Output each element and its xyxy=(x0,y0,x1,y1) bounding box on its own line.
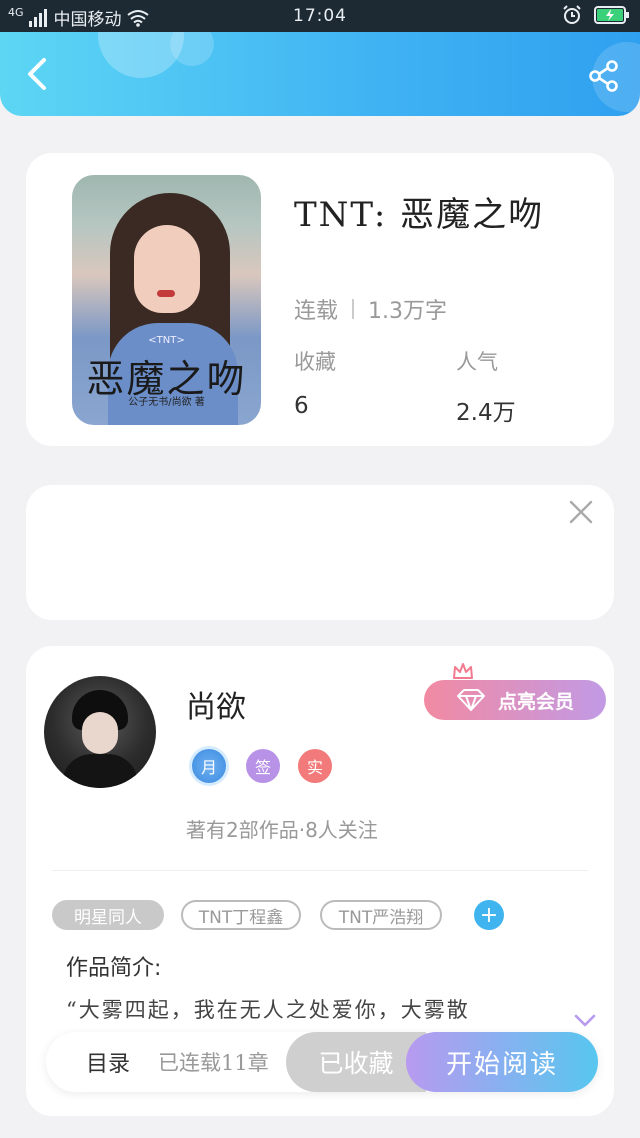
signed-badge-icon: 签 xyxy=(246,749,280,783)
divider xyxy=(352,299,355,319)
close-icon[interactable] xyxy=(568,499,594,525)
intro-text: “大雾四起，我在无人之处爱你，大雾散 xyxy=(66,998,470,1022)
divider xyxy=(52,870,588,871)
avatar-body xyxy=(62,754,138,788)
collected-button[interactable]: 已收藏 xyxy=(286,1032,426,1092)
popularity-label: 人气 xyxy=(456,350,498,374)
intro-title: 作品简介: xyxy=(66,956,162,981)
tag-chip[interactable]: TNT丁程鑫 xyxy=(181,900,301,930)
status-right xyxy=(562,5,630,25)
battery-charging-icon xyxy=(594,6,629,24)
cover-art-lips xyxy=(157,290,175,297)
cover-author-line: 公子无书/尚欲 著 xyxy=(128,397,205,408)
word-count: 1.3万字 xyxy=(368,299,448,324)
back-chevron-left-icon[interactable] xyxy=(20,54,56,94)
clock: 17:04 xyxy=(293,6,347,26)
author-name[interactable]: 尚欲 xyxy=(186,682,246,726)
favorites-count: 6 xyxy=(294,393,309,419)
book-info-card: <TNT> 恶魔之吻 公子无书/尚欲 著 TNT: 恶魔之吻 连载 1.3万字 … xyxy=(26,153,614,446)
book-status-line: 连载 1.3万字 xyxy=(294,293,447,325)
decor-bubble xyxy=(170,32,214,66)
top-header xyxy=(0,32,640,116)
chevron-down-icon[interactable] xyxy=(574,1014,596,1028)
cover-art-face xyxy=(134,225,200,313)
ad-card xyxy=(26,485,614,620)
vip-label: 点亮会员 xyxy=(497,690,574,713)
favorites-label: 收藏 xyxy=(294,350,336,374)
tag-chip[interactable]: 明星同人 xyxy=(52,900,164,930)
toc-button[interactable]: 目录 xyxy=(86,1046,130,1078)
verified-badge-icon: 实 xyxy=(298,749,332,783)
popularity-count: 2.4万 xyxy=(456,400,516,426)
alarm-icon xyxy=(563,5,581,24)
book-title: TNT: 恶魔之吻 xyxy=(294,195,545,235)
serial-status: 连载 xyxy=(294,299,339,324)
status-bar: 4G 中国移动 17:04 xyxy=(0,0,640,32)
monthly-badge-icon: 月 xyxy=(192,749,226,783)
avatar-face xyxy=(82,712,118,754)
vip-member-button[interactable]: 点亮会员 xyxy=(424,680,606,720)
bottom-action-bar: 目录 已连载11章 已收藏 开始阅读 xyxy=(46,1032,598,1092)
crown-icon xyxy=(453,663,473,679)
cover-tag: <TNT> xyxy=(148,335,185,346)
share-icon[interactable] xyxy=(586,58,622,94)
author-meta: 著有2部作品·8人关注 xyxy=(186,818,378,842)
add-tag-plus-icon[interactable]: + xyxy=(474,900,504,930)
chapter-progress: 已连载11章 xyxy=(158,1051,269,1075)
book-cover[interactable]: <TNT> 恶魔之吻 公子无书/尚欲 著 xyxy=(72,175,261,425)
start-reading-button[interactable]: 开始阅读 xyxy=(406,1032,598,1092)
tag-chip[interactable]: TNT严浩翔 xyxy=(320,900,442,930)
avatar[interactable] xyxy=(44,676,156,788)
diamond-icon xyxy=(456,689,485,711)
